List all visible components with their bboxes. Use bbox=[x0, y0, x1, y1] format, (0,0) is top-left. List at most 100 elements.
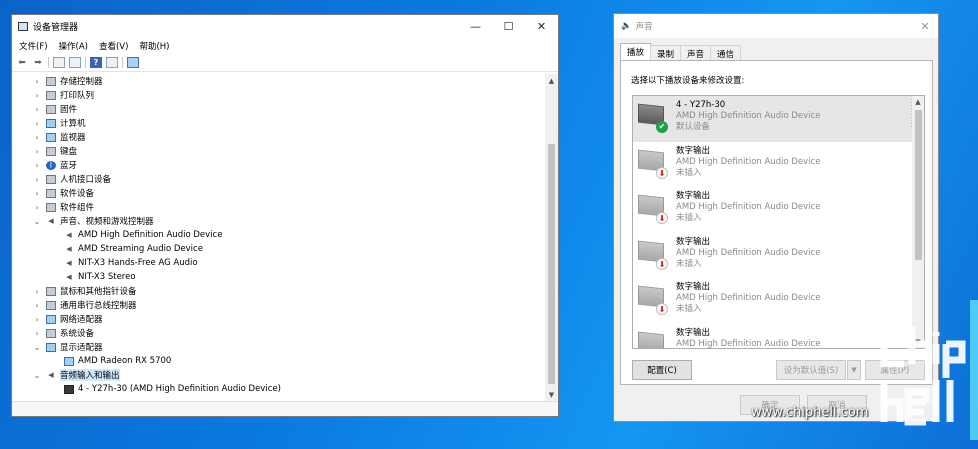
usb-icon bbox=[46, 300, 56, 310]
window-title: 设备管理器 bbox=[33, 23, 79, 33]
device-list-icon[interactable] bbox=[69, 57, 81, 68]
menu-help[interactable]: 帮助(H) bbox=[139, 40, 169, 52]
watermark-text: www.chiphell.com bbox=[751, 405, 869, 420]
device-status: 未插入 bbox=[676, 304, 702, 314]
scroll-up-icon[interactable]: ▲ bbox=[912, 98, 924, 106]
tree-category-item[interactable]: › 计算机 bbox=[12, 116, 546, 130]
device-list-scrollbar[interactable]: ▲ ▼ bbox=[912, 96, 924, 348]
tree-category-item[interactable]: › 鼠标和其他指针设备 bbox=[12, 284, 546, 298]
chevron-right-icon[interactable]: › bbox=[32, 133, 42, 142]
speaker-icon: ◀ bbox=[66, 231, 72, 239]
back-arrow-icon[interactable]: ⬅ bbox=[16, 57, 28, 68]
tree-category-item[interactable]: › 软件组件 bbox=[12, 200, 546, 214]
chevron-down-icon[interactable]: ⌄ bbox=[32, 343, 42, 352]
display-adapter-icon bbox=[64, 356, 74, 366]
chevron-right-icon[interactable]: › bbox=[32, 189, 42, 198]
device-status: 未插入 bbox=[676, 213, 702, 223]
tab-communications[interactable]: 通信 bbox=[710, 45, 742, 60]
properties-sheet-icon[interactable] bbox=[53, 57, 65, 68]
tree-category-item[interactable]: › 键盘 bbox=[12, 144, 546, 158]
chevron-right-icon[interactable]: › bbox=[32, 161, 42, 170]
tree-category-item[interactable]: › 人机接口设备 bbox=[12, 172, 546, 186]
playback-device-item[interactable]: ⬇ 数字输出 AMD High Definition Audio Device 未插入 bbox=[633, 142, 924, 188]
menu-bar: 文件(F) 操作(A) 查看(V) 帮助(H) bbox=[12, 38, 558, 54]
playback-device-item[interactable]: ⬇ 数字输出 AMD High Definition Audio Device 未插入 bbox=[633, 278, 924, 324]
tree-category-item[interactable]: › 软件设备 bbox=[12, 186, 546, 200]
chevron-right-icon[interactable]: › bbox=[32, 315, 42, 324]
chevron-right-icon[interactable]: › bbox=[32, 119, 42, 128]
set-default-button[interactable]: 设为默认值(S) bbox=[776, 360, 846, 380]
tree-device-item[interactable]: ›◀AMD Streaming Audio Device bbox=[12, 242, 546, 256]
chevron-right-icon[interactable]: › bbox=[32, 105, 42, 114]
device-text: 数字输出 AMD High Definition Audio Device bbox=[676, 328, 820, 349]
chevron-down-icon[interactable]: ⌄ bbox=[32, 217, 42, 226]
tree-item-label: AMD Streaming Audio Device bbox=[78, 244, 203, 254]
chevron-right-icon[interactable]: › bbox=[32, 175, 42, 184]
device-manager-titlebar[interactable]: 设备管理器 — ☐ ✕ bbox=[12, 15, 558, 38]
tree-category-item[interactable]: › 监视器 bbox=[12, 130, 546, 144]
tree-category-item[interactable]: › 网络适配器 bbox=[12, 312, 546, 326]
tree-device-item[interactable]: ›◀AMD High Definition Audio Device bbox=[12, 228, 546, 242]
tree-category-item[interactable]: ⌄ 显示适配器 bbox=[12, 340, 546, 354]
chevron-right-icon[interactable]: › bbox=[32, 329, 42, 338]
tree-device-item[interactable]: ›AMD Radeon RX 5700 bbox=[12, 354, 546, 368]
tree-device-item[interactable]: ›◀NIT-X3 Hands-Free AG Audio bbox=[12, 256, 546, 270]
chevron-down-icon[interactable]: ⌄ bbox=[32, 371, 42, 380]
playback-device-item[interactable]: ⬇ 数字输出 AMD High Definition Audio Device 未插入 bbox=[633, 233, 924, 279]
scroll-thumb[interactable] bbox=[548, 144, 555, 384]
forward-arrow-icon[interactable]: ➡ bbox=[32, 57, 44, 68]
speaker-icon: ◀ bbox=[48, 371, 54, 379]
monitor-dark-icon bbox=[64, 384, 74, 394]
close-button[interactable]: ✕ bbox=[525, 15, 558, 38]
scroll-down-icon[interactable]: ▼ bbox=[545, 388, 558, 402]
chiphell-logo bbox=[880, 326, 966, 426]
menu-view[interactable]: 查看(V) bbox=[99, 40, 128, 52]
tree-category-item[interactable]: › 固件 bbox=[12, 102, 546, 116]
tree-device-item[interactable]: ›◀NIT-X3 Stereo bbox=[12, 270, 546, 284]
tree-category-item[interactable]: › ᛒ 蓝牙 bbox=[12, 158, 546, 172]
chevron-right-icon[interactable]: › bbox=[32, 147, 42, 156]
computer-icon bbox=[46, 118, 56, 128]
menu-action[interactable]: 操作(A) bbox=[59, 40, 88, 52]
set-default-dropdown-icon[interactable]: ▼ bbox=[847, 360, 861, 380]
maximize-button[interactable]: ☐ bbox=[492, 15, 525, 38]
speaker-device-icon: ⬇ bbox=[638, 285, 668, 315]
tab-sounds[interactable]: 声音 bbox=[680, 45, 712, 60]
sound-titlebar[interactable]: 🔈 声音 ✕ bbox=[614, 14, 938, 38]
minimize-button[interactable]: — bbox=[459, 15, 492, 38]
device-text: 数字输出 AMD High Definition Audio Device 未插入 bbox=[676, 191, 820, 224]
unplugged-arrow-icon: ⬇ bbox=[656, 303, 668, 315]
toolbar-separator bbox=[48, 57, 49, 68]
speaker-icon: ◀ bbox=[66, 273, 72, 281]
tab-playback[interactable]: 播放 bbox=[620, 43, 652, 60]
toolbar-separator bbox=[122, 57, 123, 68]
playback-device-item[interactable]: ⬇ 数字输出 AMD High Definition Audio Device 未插入 bbox=[633, 187, 924, 233]
printer-icon bbox=[46, 90, 56, 100]
menu-file[interactable]: 文件(F) bbox=[19, 40, 48, 52]
tree-item-label: 打印队列 bbox=[60, 91, 95, 101]
tree-category-item[interactable]: › 通用串行总线控制器 bbox=[12, 298, 546, 312]
chevron-right-icon[interactable]: › bbox=[32, 203, 42, 212]
tab-recording[interactable]: 录制 bbox=[650, 45, 682, 60]
configure-button[interactable]: 配置(C) bbox=[632, 360, 692, 380]
tree-scrollbar[interactable]: ▲ ▼ bbox=[545, 74, 558, 402]
tree-category-item[interactable]: › 打印队列 bbox=[12, 88, 546, 102]
monitor-icon bbox=[638, 331, 664, 348]
chevron-right-icon[interactable]: › bbox=[32, 91, 42, 100]
view-grid-icon[interactable] bbox=[106, 57, 118, 68]
playback-device-list: ✔ 4 - Y27h-30 AMD High Definition Audio De… bbox=[632, 95, 925, 349]
tree-category-item[interactable]: › 系统设备 bbox=[12, 326, 546, 340]
help-icon[interactable]: ? bbox=[90, 57, 102, 68]
chevron-right-icon[interactable]: › bbox=[32, 301, 42, 310]
close-icon[interactable]: ✕ bbox=[912, 20, 938, 33]
scroll-up-icon[interactable]: ▲ bbox=[545, 74, 558, 88]
playback-device-item[interactable]: ✔ 4 - Y27h-30 AMD High Definition Audio De… bbox=[633, 96, 924, 142]
chevron-right-icon[interactable]: › bbox=[32, 287, 42, 296]
tree-category-item[interactable]: ⌄ ◀ 音频输入和输出 bbox=[12, 368, 546, 382]
scroll-thumb[interactable] bbox=[915, 110, 922, 260]
scan-hardware-icon[interactable] bbox=[127, 57, 139, 68]
tree-device-item[interactable]: ›4 - Y27h-30 (AMD High Definition Audio … bbox=[12, 382, 546, 396]
tree-category-item[interactable]: ⌄ ◀ 声音、视频和游戏控制器 bbox=[12, 214, 546, 228]
chevron-right-icon[interactable]: › bbox=[32, 77, 42, 86]
tree-category-item[interactable]: › 存储控制器 bbox=[12, 74, 546, 88]
